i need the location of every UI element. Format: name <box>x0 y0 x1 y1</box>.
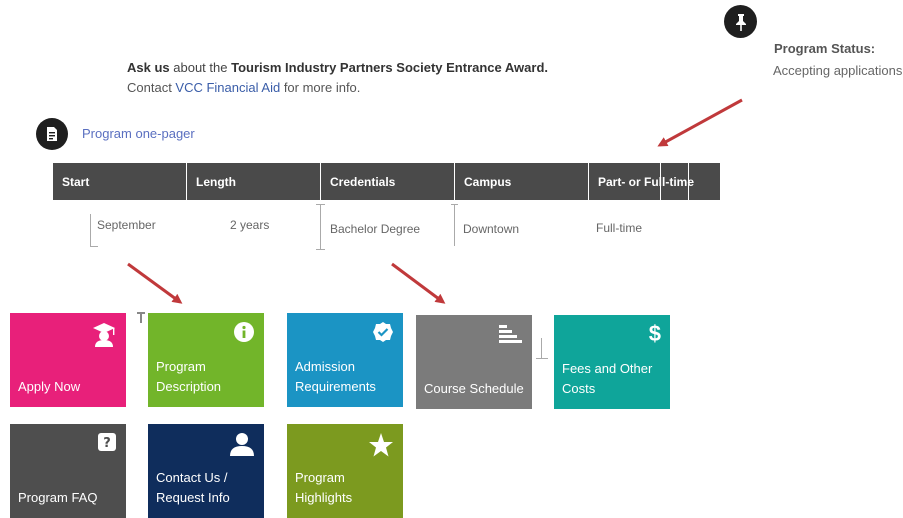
bar-chart-icon <box>497 323 523 351</box>
program-highlights-tile[interactable]: Program Highlights <box>287 424 403 518</box>
graduation-cap-icon <box>91 321 117 353</box>
course-schedule-label: Course Schedule <box>424 381 524 396</box>
admission-requirements-label: Admission Requirements <box>295 359 376 394</box>
fees-tile[interactable]: $ Fees and Other Costs <box>554 315 670 409</box>
program-description-label: Program Description <box>156 359 222 394</box>
person-icon <box>229 432 255 462</box>
contact-us-label: Contact Us / Request Info <box>156 470 230 505</box>
info-icon <box>233 321 255 349</box>
connector-mark <box>536 338 548 360</box>
star-icon <box>368 432 394 464</box>
program-faq-label: Program FAQ <box>18 490 98 505</box>
question-icon: ? <box>97 432 117 460</box>
connector-mark <box>137 312 145 324</box>
dollar-icon: $ <box>648 321 661 346</box>
contact-us-tile[interactable]: Contact Us / Request Info <box>148 424 264 518</box>
annotation-arrows <box>127 98 743 304</box>
arrow-to-status <box>657 98 743 147</box>
arrow-to-schedule <box>391 262 446 304</box>
svg-text:?: ? <box>103 436 111 451</box>
admission-requirements-tile[interactable]: Admission Requirements <box>287 313 403 407</box>
apply-now-tile[interactable]: Apply Now <box>10 313 126 407</box>
program-highlights-label: Program Highlights <box>295 470 353 505</box>
check-badge-icon <box>372 321 394 349</box>
arrow-to-description <box>127 262 183 304</box>
fees-label: Fees and Other Costs <box>562 361 653 396</box>
course-schedule-tile[interactable]: Course Schedule <box>416 315 532 409</box>
program-faq-tile[interactable]: ? Program FAQ <box>10 424 126 518</box>
program-description-tile[interactable]: Program Description <box>148 313 264 407</box>
apply-now-label: Apply Now <box>18 379 81 394</box>
